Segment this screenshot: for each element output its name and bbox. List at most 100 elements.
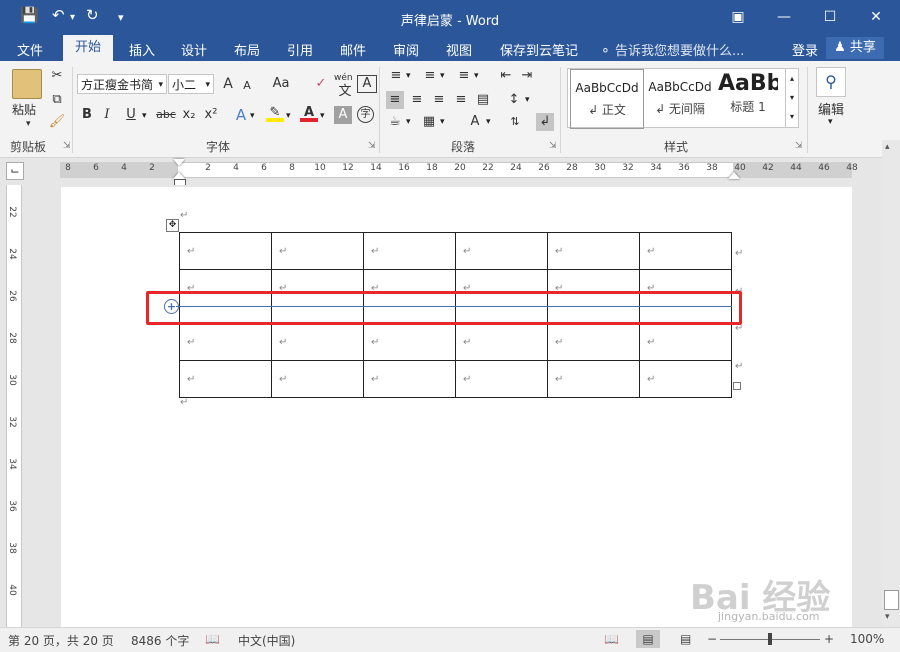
zoom-level[interactable]: 100% (850, 632, 884, 646)
scroll-up-icon[interactable]: ▴ (885, 142, 890, 152)
numbering-dropdown-icon[interactable]: ▾ (440, 71, 445, 81)
styles-launcher-icon[interactable]: ⇲ (795, 141, 803, 151)
borders-dropdown-icon[interactable]: ▾ (440, 117, 445, 127)
first-line-indent-marker[interactable] (173, 159, 185, 166)
underline-icon[interactable]: U (122, 106, 140, 124)
change-case-icon[interactable]: Aa (268, 75, 294, 93)
paste-button[interactable]: 粘贴 (12, 101, 36, 118)
maximize-button[interactable]: ☐ (810, 4, 850, 30)
zoom-slider-thumb[interactable] (768, 633, 772, 645)
line-spacing-dropdown-icon[interactable]: ▾ (525, 95, 530, 105)
tab-mailings[interactable]: 邮件 (340, 40, 366, 59)
phonetic-guide-icon[interactable]: 文 (336, 83, 354, 101)
table-cell[interactable]: ↵ (271, 323, 364, 361)
superscript-icon[interactable]: x² (202, 106, 220, 124)
table-cell[interactable]: ↵ (455, 232, 548, 270)
table-cell[interactable]: ↵ (179, 360, 272, 398)
tab-insert[interactable]: 插入 (129, 40, 155, 59)
page-count[interactable]: 第 20 页，共 20 页 (8, 632, 114, 649)
language-indicator[interactable]: 中文(中国) (238, 632, 295, 649)
paste-icon[interactable] (12, 69, 42, 99)
zoom-in-icon[interactable]: + (824, 632, 834, 646)
format-painter-icon[interactable]: 🖌 (48, 113, 66, 131)
table-cell[interactable]: ↵ (547, 360, 640, 398)
style-normal[interactable]: AaBbCcDd ↲ 正文 (570, 69, 644, 129)
styles-scroll[interactable]: ▴ ▾ ▾ (785, 68, 799, 128)
tab-design[interactable]: 设计 (181, 40, 207, 59)
font-size-combo[interactable]: 小二 ▾ (168, 74, 214, 94)
character-border-icon[interactable]: A (357, 75, 377, 93)
multilevel-dropdown-icon[interactable]: ▾ (474, 71, 479, 81)
print-layout-icon[interactable]: ▤ (636, 630, 660, 648)
grow-font-icon[interactable]: A (219, 75, 237, 93)
subscript-icon[interactable]: x₂ (180, 106, 198, 124)
style-no-spacing[interactable]: AaBbCcDd ↲ 无间隔 (644, 69, 716, 127)
font-color-icon[interactable]: A (300, 104, 318, 122)
zoom-out-icon[interactable]: − (707, 632, 717, 646)
ribbon-display-options-icon[interactable]: ▣ (718, 4, 758, 30)
align-center-icon[interactable]: ≡ (408, 91, 426, 109)
editing-button[interactable]: 编辑 (818, 99, 844, 118)
enclose-characters-icon[interactable]: 字 (357, 106, 374, 123)
tab-selector-icon[interactable]: ⌙ (6, 162, 24, 180)
style-heading-1[interactable]: AaBb 标题 1 (718, 69, 778, 127)
clear-formatting-icon[interactable]: ✓ (312, 75, 330, 93)
read-mode-icon[interactable]: 📖 (604, 632, 619, 646)
decrease-indent-icon[interactable]: ⇤ (497, 67, 515, 85)
table-cell[interactable]: ↵ (547, 323, 640, 361)
tab-home[interactable]: 开始 (63, 35, 113, 61)
highlight-color-icon[interactable]: ✎ (266, 104, 284, 122)
tab-layout[interactable]: 布局 (234, 40, 260, 59)
chinese-layout-dropdown-icon[interactable]: ▾ (486, 117, 491, 127)
tab-file[interactable]: 文件 (17, 40, 43, 59)
table-cell[interactable]: ↵ (271, 360, 364, 398)
italic-icon[interactable]: I (98, 106, 116, 124)
minimize-button[interactable]: — (764, 4, 804, 30)
shading-dropdown-icon[interactable]: ▾ (406, 117, 411, 127)
underline-dropdown-icon[interactable]: ▾ (142, 111, 147, 121)
table-cell[interactable]: ↵ (455, 323, 548, 361)
show-marks-icon[interactable]: ↲ (536, 113, 554, 131)
tab-save-to-cloud[interactable]: 保存到云笔记 (500, 40, 578, 59)
numbering-icon[interactable]: ≡ (421, 67, 439, 85)
font-color-dropdown-icon[interactable]: ▾ (320, 111, 325, 121)
multilevel-list-icon[interactable]: ≡ (455, 67, 473, 85)
table-cell[interactable]: ↵ (639, 360, 732, 398)
font-launcher-icon[interactable]: ⇲ (368, 141, 376, 151)
table-cell[interactable]: ↵ (363, 232, 456, 270)
bullets-icon[interactable]: ≡ (387, 67, 405, 85)
bullets-dropdown-icon[interactable]: ▾ (406, 71, 411, 81)
paragraph-launcher-icon[interactable]: ⇲ (549, 141, 557, 151)
chinese-layout-icon[interactable]: A (466, 113, 484, 131)
shrink-font-icon[interactable]: A (238, 77, 256, 95)
copy-icon[interactable]: ⧉ (48, 91, 66, 109)
table-cell[interactable]: ↵ (455, 360, 548, 398)
strikethrough-icon[interactable]: abc (154, 106, 178, 124)
bold-icon[interactable]: B (78, 106, 96, 124)
table-resize-handle[interactable] (733, 382, 741, 390)
close-button[interactable]: ✕ (856, 4, 896, 30)
table-move-handle-icon[interactable]: ✥ (166, 219, 179, 232)
align-left-icon[interactable]: ≡ (386, 91, 404, 109)
text-effects-dropdown-icon[interactable]: ▾ (250, 111, 255, 121)
hanging-indent-marker[interactable] (173, 172, 185, 179)
web-layout-icon[interactable]: ▤ (680, 632, 691, 646)
highlight-dropdown-icon[interactable]: ▾ (286, 111, 291, 121)
cut-icon[interactable]: ✂ (48, 67, 66, 85)
table-cell[interactable]: ↵ (271, 232, 364, 270)
tell-me-search[interactable]: ⚬ 告诉我您想要做什么... (600, 40, 744, 59)
right-indent-marker[interactable] (728, 172, 740, 179)
table-cell[interactable]: ↵ (639, 323, 732, 361)
line-spacing-icon[interactable]: ↕ (505, 91, 523, 109)
table-cell[interactable]: ↵ (363, 323, 456, 361)
text-effects-icon[interactable]: A (232, 106, 250, 124)
scroll-thumb[interactable] (884, 590, 899, 610)
share-button[interactable]: ♟ 共享 (826, 37, 884, 59)
table-cell[interactable]: ↵ (363, 360, 456, 398)
word-count[interactable]: 8486 个字 (131, 632, 189, 649)
font-name-combo[interactable]: 方正瘦金书简 ▾ (77, 74, 167, 94)
tab-references[interactable]: 引用 (287, 40, 313, 59)
table-cell[interactable]: ↵ (179, 323, 272, 361)
justify-icon[interactable]: ≡ (452, 91, 470, 109)
paste-dropdown-icon[interactable]: ▾ (26, 119, 31, 129)
